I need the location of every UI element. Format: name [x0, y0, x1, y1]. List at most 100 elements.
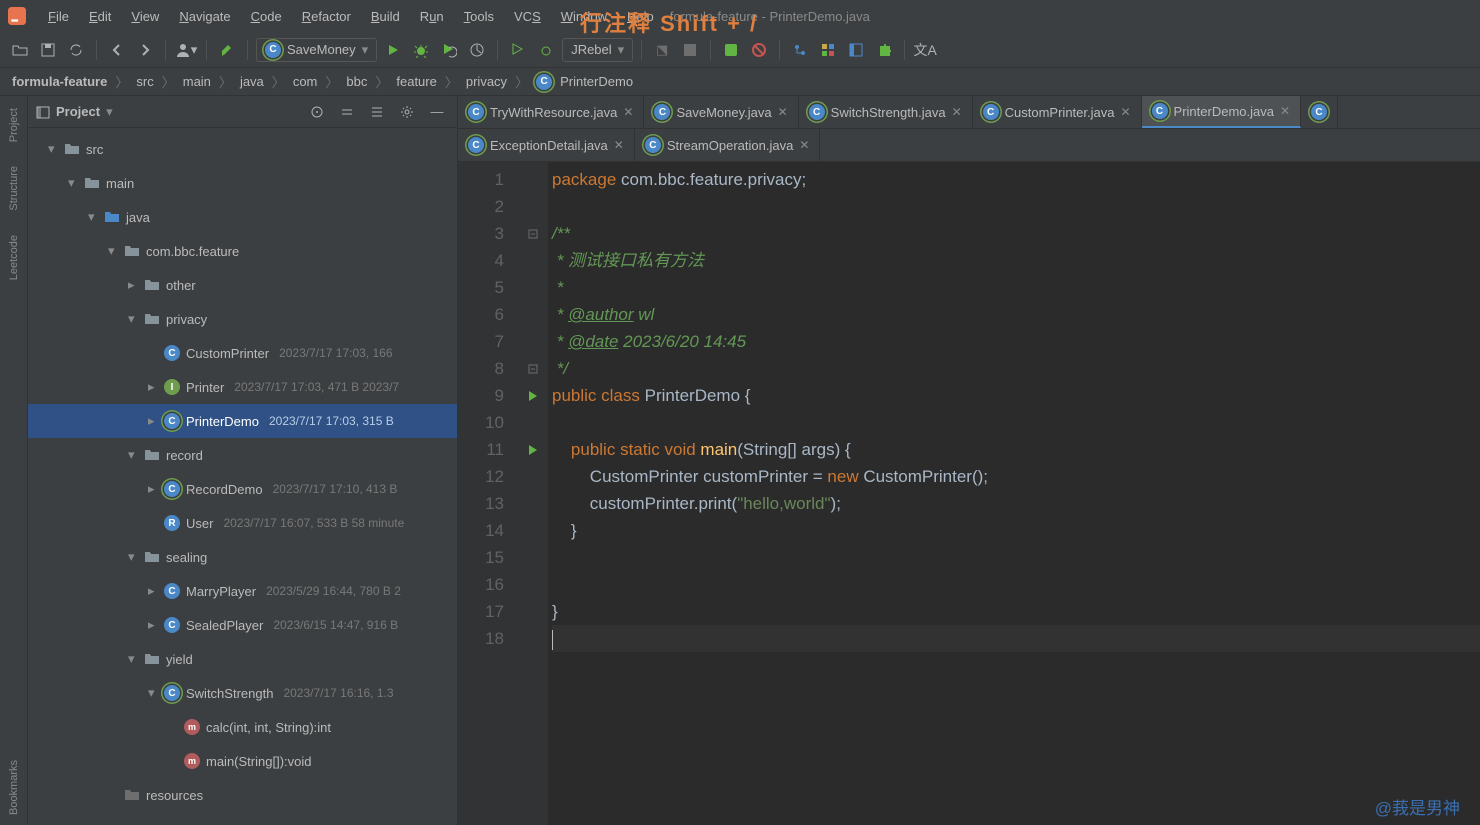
- menu-file[interactable]: File: [38, 9, 79, 24]
- hide-button[interactable]: —: [425, 100, 449, 124]
- forward-button[interactable]: [133, 38, 157, 62]
- back-button[interactable]: [105, 38, 129, 62]
- menu-edit[interactable]: Edit: [79, 9, 121, 24]
- editor-tab[interactable]: CPrinterDemo.java✕: [1142, 96, 1302, 128]
- run-gutter-icon[interactable]: [528, 390, 538, 402]
- tool-project[interactable]: Project: [8, 108, 20, 142]
- menu-window[interactable]: Window: [551, 9, 617, 24]
- code-line[interactable]: *: [552, 274, 1480, 301]
- code-line[interactable]: * 测试接口私有方法: [552, 247, 1480, 274]
- tool-leetcode[interactable]: Leetcode: [8, 235, 20, 280]
- coverage-button[interactable]: [437, 38, 461, 62]
- tree-item[interactable]: ▸CSealedPlayer2023/6/15 14:47, 916 B: [28, 608, 457, 642]
- menu-navigate[interactable]: Navigate: [169, 9, 240, 24]
- tree-item[interactable]: CCustomPrinter2023/7/17 17:03, 166: [28, 336, 457, 370]
- tree-item[interactable]: ▾src: [28, 132, 457, 166]
- code-line[interactable]: }: [552, 598, 1480, 625]
- code-line[interactable]: /**: [552, 220, 1480, 247]
- tree-item[interactable]: ▾com.bbc.feature: [28, 234, 457, 268]
- select-opened-button[interactable]: [305, 100, 329, 124]
- stop-button[interactable]: [678, 38, 702, 62]
- git-button[interactable]: [788, 38, 812, 62]
- close-icon[interactable]: ✕: [614, 138, 624, 152]
- editor-tab[interactable]: CCustomPrinter.java✕: [973, 96, 1142, 128]
- deny-button[interactable]: [747, 38, 771, 62]
- code-content[interactable]: package com.bbc.feature.privacy; /** * 测…: [548, 162, 1480, 825]
- tree-item[interactable]: mcalc(int, int, String):int: [28, 710, 457, 744]
- crumb[interactable]: feature: [396, 74, 436, 89]
- tree-item[interactable]: ▾CSwitchStrength2023/7/17 16:16, 1.3: [28, 676, 457, 710]
- run-config-select[interactable]: C SaveMoney ▾: [256, 38, 377, 62]
- code-line[interactable]: [552, 625, 1480, 652]
- tree-item[interactable]: ▾record: [28, 438, 457, 472]
- code-line[interactable]: * @author wl: [552, 301, 1480, 328]
- menu-tools[interactable]: Tools: [454, 9, 504, 24]
- tree-item[interactable]: ▸CMarryPlayer2023/5/29 16:44, 780 B 2: [28, 574, 457, 608]
- attach-button[interactable]: [534, 38, 558, 62]
- build-button[interactable]: [215, 38, 239, 62]
- code-line[interactable]: CustomPrinter customPrinter = new Custom…: [552, 463, 1480, 490]
- code-line[interactable]: [552, 193, 1480, 220]
- code-line[interactable]: [552, 409, 1480, 436]
- tree-item[interactable]: ▾privacy: [28, 302, 457, 336]
- editor-tab[interactable]: CStreamOperation.java✕: [635, 129, 821, 161]
- crumb[interactable]: privacy: [466, 74, 507, 89]
- jrebel-panel-button[interactable]: [719, 38, 743, 62]
- crumb[interactable]: formula-feature: [12, 74, 107, 89]
- tree-item[interactable]: ▸other: [28, 268, 457, 302]
- debug-button[interactable]: [409, 38, 433, 62]
- menu-code[interactable]: Code: [241, 9, 292, 24]
- code-line[interactable]: public class PrinterDemo {: [552, 382, 1480, 409]
- crumb[interactable]: main: [183, 74, 211, 89]
- tree-item[interactable]: ▾sealing: [28, 540, 457, 574]
- crumb[interactable]: com: [293, 74, 318, 89]
- close-icon[interactable]: ✕: [1280, 104, 1290, 118]
- profile-button[interactable]: [465, 38, 489, 62]
- code-line[interactable]: customPrinter.print("hello,world");: [552, 490, 1480, 517]
- tree-item[interactable]: ▸IPrinter2023/7/17 17:03, 471 B 2023/7: [28, 370, 457, 404]
- close-icon[interactable]: ✕: [623, 105, 633, 119]
- run-button[interactable]: [381, 38, 405, 62]
- plugin-button[interactable]: [872, 38, 896, 62]
- fold-icon[interactable]: [528, 364, 538, 374]
- code-line[interactable]: [552, 571, 1480, 598]
- crumb[interactable]: PrinterDemo: [560, 74, 633, 89]
- translate-button[interactable]: 文A: [913, 38, 937, 62]
- editor-tab[interactable]: CTryWithResource.java✕: [458, 96, 644, 128]
- tree-item[interactable]: ▾java: [28, 200, 457, 234]
- editor-tab[interactable]: CExceptionDetail.java✕: [458, 129, 635, 161]
- close-icon[interactable]: ✕: [778, 105, 788, 119]
- tree-item[interactable]: ▸CRecordDemo2023/7/17 17:10, 413 B: [28, 472, 457, 506]
- editor-tab[interactable]: CSaveMoney.java✕: [644, 96, 798, 128]
- code-line[interactable]: public static void main(String[] args) {: [552, 436, 1480, 463]
- fold-icon[interactable]: [528, 229, 538, 239]
- stop-dim-button[interactable]: ⬔: [650, 38, 674, 62]
- sync-button[interactable]: [64, 38, 88, 62]
- collapse-all-button[interactable]: [365, 100, 389, 124]
- jrebel-select[interactable]: JRebel ▾: [562, 38, 633, 62]
- save-all-button[interactable]: [36, 38, 60, 62]
- hotswap-button[interactable]: [506, 38, 530, 62]
- code-line[interactable]: package com.bbc.feature.privacy;: [552, 166, 1480, 193]
- code-editor[interactable]: 123456789101112131415161718 package com.…: [458, 162, 1480, 825]
- tree-item[interactable]: ▾yield: [28, 642, 457, 676]
- editor-tab[interactable]: C: [1301, 96, 1338, 128]
- editor-tab[interactable]: CSwitchStrength.java✕: [799, 96, 973, 128]
- menu-view[interactable]: View: [121, 9, 169, 24]
- menu-refactor[interactable]: Refactor: [292, 9, 361, 24]
- expand-all-button[interactable]: [335, 100, 359, 124]
- crumb[interactable]: src: [136, 74, 153, 89]
- tree-item[interactable]: RUser2023/7/17 16:07, 533 B 58 minute: [28, 506, 457, 540]
- structure-button[interactable]: [816, 38, 840, 62]
- run-gutter-icon[interactable]: [528, 444, 538, 456]
- project-tree[interactable]: ▾src▾main▾java▾com.bbc.feature▸other▾pri…: [28, 128, 457, 825]
- menu-build[interactable]: Build: [361, 9, 410, 24]
- crumb[interactable]: java: [240, 74, 264, 89]
- tree-item[interactable]: resources: [28, 778, 457, 812]
- crumb[interactable]: bbc: [346, 74, 367, 89]
- open-button[interactable]: [8, 38, 32, 62]
- tree-item[interactable]: mmain(String[]):void: [28, 744, 457, 778]
- close-icon[interactable]: ✕: [1120, 105, 1130, 119]
- layout-button[interactable]: [844, 38, 868, 62]
- menu-vcs[interactable]: VCS: [504, 9, 551, 24]
